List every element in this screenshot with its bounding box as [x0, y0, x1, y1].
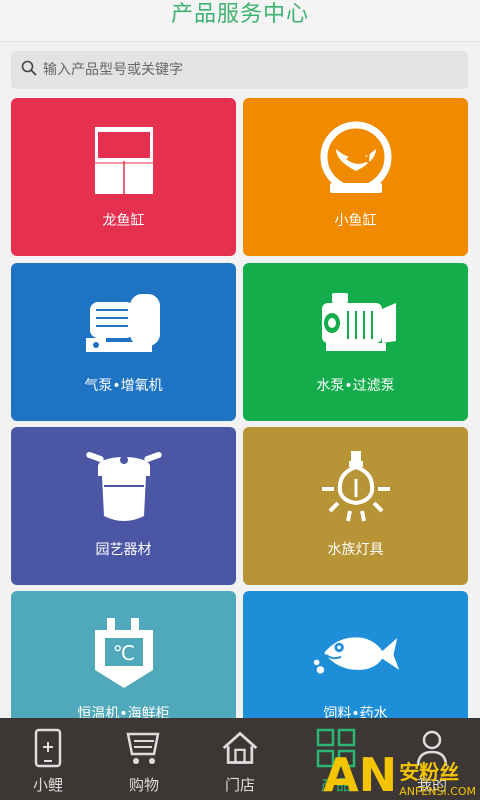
canister-filter-icon [79, 447, 169, 531]
category-label: 龙鱼缸 [102, 213, 145, 229]
watermark-domain: ANFENSI.COM [399, 785, 476, 798]
tab-label: 门店 [224, 776, 255, 794]
category-label: 饲料•药水 [323, 706, 388, 718]
shopping-cart-icon [124, 726, 164, 770]
page-header: 产品服务中心 [0, 0, 480, 42]
category-label: 园艺器材 [95, 542, 152, 558]
category-tile-air-pump[interactable]: 气泵•增氧机 [11, 263, 236, 421]
tab-store[interactable]: 门店 [192, 718, 288, 800]
thermostat-icon: ℃ [79, 611, 169, 695]
round-fish-tank-icon [311, 118, 401, 202]
page-title: 产品服务中心 [170, 2, 309, 27]
tab-label: 小鲤 [32, 776, 63, 794]
phone-icon [28, 726, 68, 770]
category-label: 气泵•增氧机 [84, 378, 163, 394]
category-label: 小鱼缸 [334, 213, 377, 229]
svg-text:℃: ℃ [112, 641, 134, 665]
watermark-text: 安粉丝 [399, 760, 460, 784]
category-label: 水族灯具 [327, 542, 384, 558]
tab-xiaoli[interactable]: 小鲤 [0, 718, 96, 800]
search-icon [21, 60, 37, 80]
category-tile-thermostat-seafood-cabinet[interactable]: ℃ 恒温机•海鲜柜 [11, 591, 236, 718]
air-pump-icon [79, 283, 169, 367]
light-bulb-icon [311, 447, 401, 531]
search-input[interactable] [43, 62, 443, 78]
water-pump-icon [311, 283, 401, 367]
fish-icon [311, 611, 401, 695]
category-label: 恒温机•海鲜柜 [77, 706, 170, 718]
watermark-logo: AN 安粉丝 ANFENSI.COM [323, 752, 476, 798]
aquarium-cabinet-icon [79, 118, 169, 202]
category-tile-feed-medicine[interactable]: 饲料•药水 [243, 591, 468, 718]
category-tile-aquarium-lighting[interactable]: 水族灯具 [243, 427, 468, 585]
category-tile-garden-equipment[interactable]: 园艺器材 [11, 427, 236, 585]
category-label: 水泵•过滤泵 [316, 378, 395, 394]
category-tile-water-pump[interactable]: 水泵•过滤泵 [243, 263, 468, 421]
store-home-icon [220, 726, 260, 770]
product-category-grid: 龙鱼缸 小鱼缸 气泵•增氧机 水泵•过滤泵 园艺器材 水族灯具 ℃ 恒温机•海鲜… [0, 98, 480, 718]
category-tile-small-tank[interactable]: 小鱼缸 [243, 98, 468, 256]
category-tile-arowana-tank[interactable]: 龙鱼缸 [11, 98, 236, 256]
tab-label: 购物 [128, 776, 159, 794]
search-bar[interactable] [11, 51, 468, 89]
watermark-mark: AN [323, 748, 398, 800]
tab-shopping[interactable]: 购物 [96, 718, 192, 800]
